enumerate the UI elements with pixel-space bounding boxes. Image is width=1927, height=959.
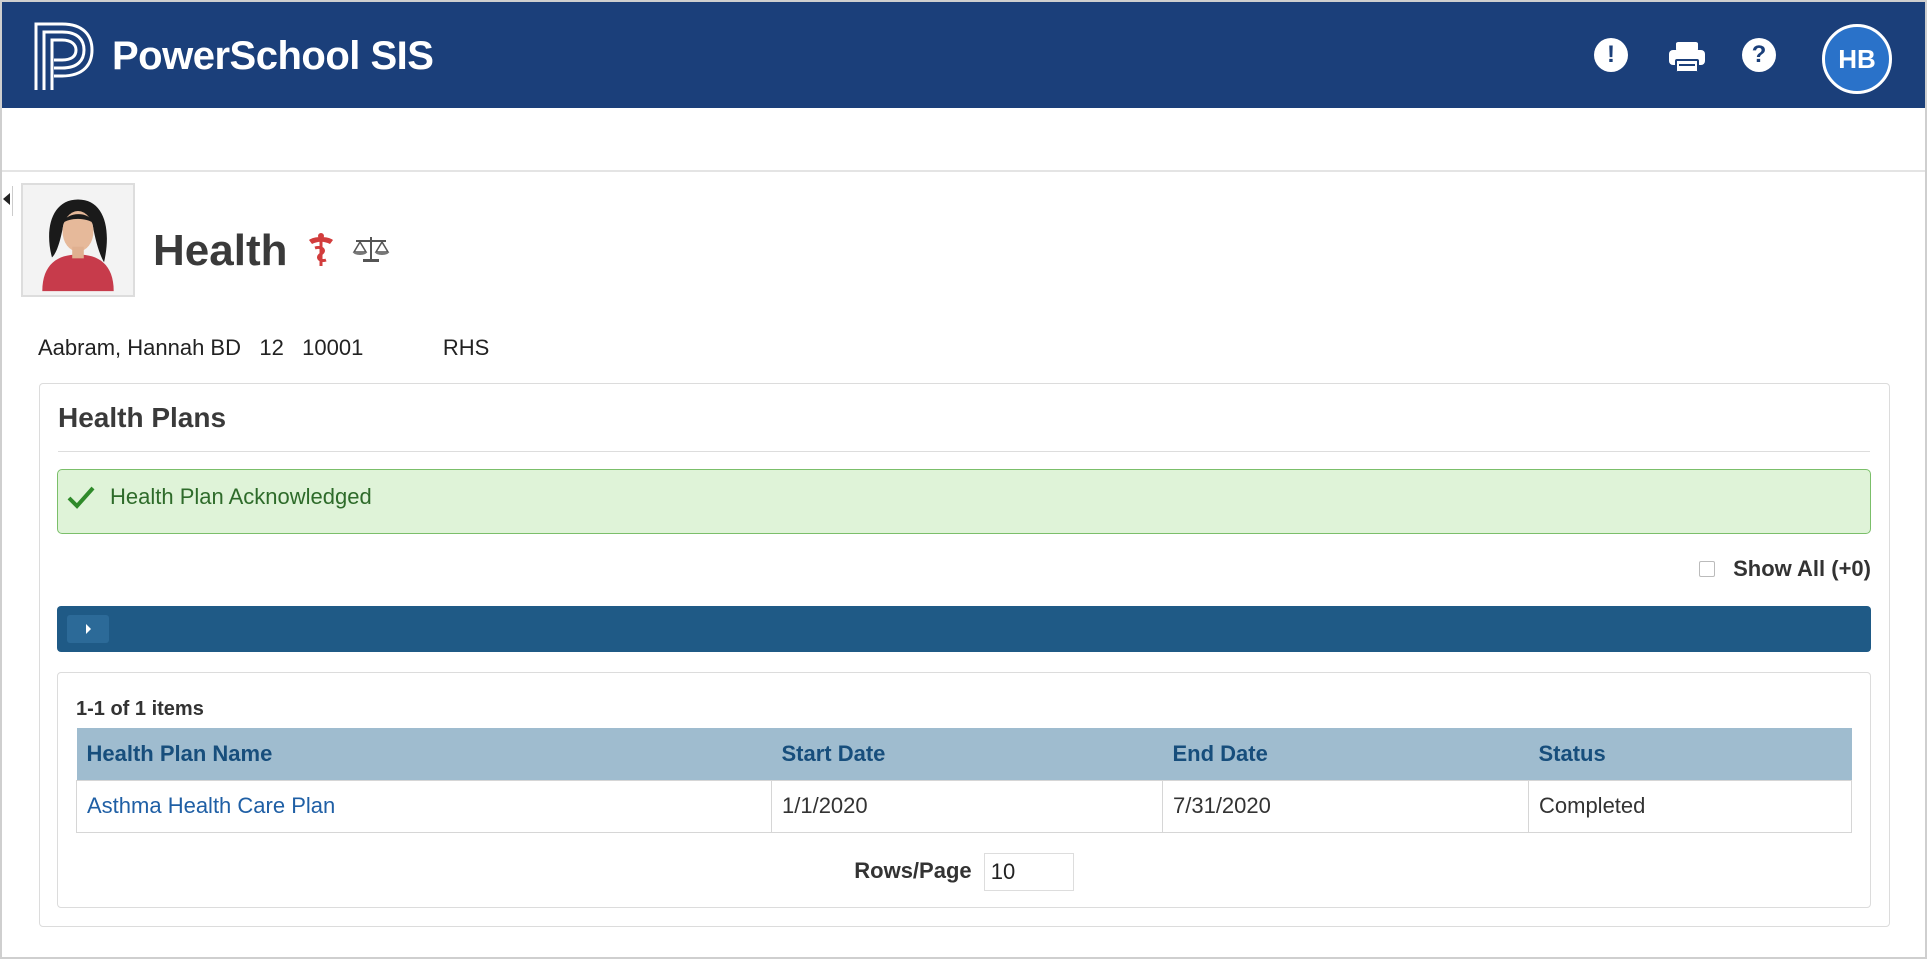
print-icon[interactable] [1667,40,1707,74]
start-date-cell: 1/1/2020 [771,779,1163,833]
panel-divider [58,451,1870,452]
powerschool-logo-icon[interactable] [32,20,96,92]
rows-per-page-label: Rows/Page [854,857,972,883]
student-grade: 12 [259,335,284,360]
column-header-start-date[interactable]: Start Date [771,728,1163,780]
plan-name-cell: Asthma Health Care Plan [76,779,772,833]
rows-per-page-input[interactable] [983,853,1074,891]
show-all-checkbox[interactable] [1699,561,1716,577]
column-header-end-date[interactable]: End Date [1162,728,1529,780]
breadcrumb-bar [2,108,1925,172]
collapse-sidebar-icon[interactable] [3,193,10,205]
column-header-status[interactable]: Status [1528,728,1852,780]
health-plans-grid: 1-1 of 1 items Health Plan Name Start Da… [57,672,1871,908]
alert-icon[interactable]: ! [1594,38,1628,72]
health-plans-table: Health Plan Name Start Date End Date Sta… [76,728,1852,833]
sidebar-divider [12,186,13,216]
filter-bar [57,606,1871,652]
show-all-toggle[interactable]: Show All (+0) [1699,556,1871,582]
user-avatar-button[interactable]: HB [1822,24,1892,94]
legal-alert-icon[interactable] [352,234,390,264]
table-row: Asthma Health Care Plan 1/1/2020 7/31/20… [76,779,1852,833]
medical-alert-icon[interactable] [306,232,336,268]
help-icon[interactable]: ? [1742,38,1776,72]
show-all-label: Show All (+0) [1733,556,1871,581]
app-title[interactable]: PowerSchool SIS [112,34,434,79]
item-count: 1-1 of 1 items [76,698,204,720]
student-photo [21,183,135,297]
end-date-cell: 7/31/2020 [1162,779,1529,833]
rows-per-page-control: Rows/Page [58,853,1870,891]
student-name: Aabram, Hannah BD [38,335,241,360]
checkmark-icon [67,486,95,509]
page-title: Health [153,226,288,275]
expand-filter-button[interactable] [67,615,109,643]
status-cell: Completed [1528,779,1852,833]
student-id: 10001 [302,335,364,360]
health-plans-panel: Health Plans Health Plan Acknowledged Sh… [39,383,1890,927]
plan-name-link[interactable]: Asthma Health Care Plan [87,793,335,818]
student-info-line: Aabram, Hannah BD 12 10001 RHS [38,335,489,361]
notice-message: Health Plan Acknowledged [110,484,372,509]
panel-title: Health Plans [58,402,227,433]
top-navigation-bar: PowerSchool SIS ! ? HB [2,2,1925,108]
success-notice: Health Plan Acknowledged [57,469,1871,534]
column-header-plan-name[interactable]: Health Plan Name [76,728,772,780]
student-school: RHS [442,335,490,360]
